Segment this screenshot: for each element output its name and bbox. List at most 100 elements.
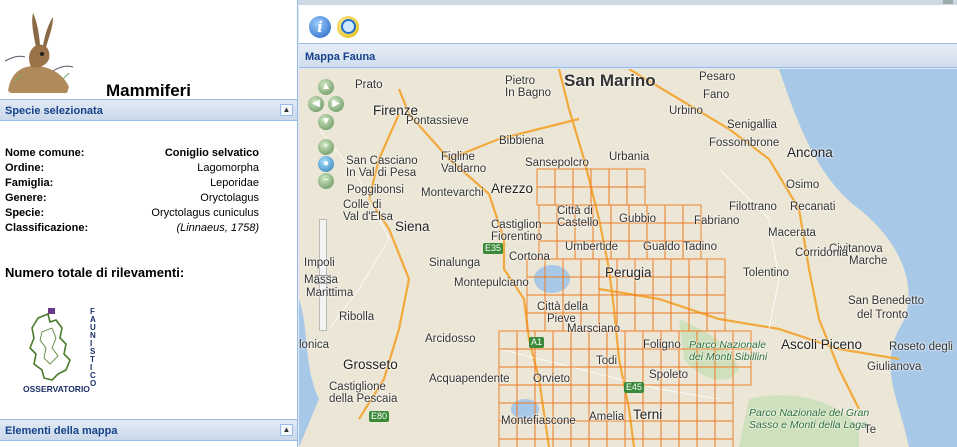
grid-cell xyxy=(608,168,628,188)
place-label: Sasso e Monti della Laga xyxy=(749,419,867,431)
observatory-logo: FAUNISTICO OSSERVATORIO xyxy=(23,308,96,394)
road-shield: E45 xyxy=(624,382,645,393)
grid-cell xyxy=(580,276,600,296)
zoom-in-icon[interactable]: + xyxy=(318,139,334,155)
place-label: Senigallia xyxy=(727,119,777,131)
grid-cell xyxy=(652,276,672,296)
grid-cell xyxy=(552,384,572,404)
species-info-label: Famiglia: xyxy=(5,177,54,189)
grid-cell xyxy=(628,222,648,242)
info-icon[interactable]: i xyxy=(309,16,331,38)
grid-cell xyxy=(516,438,536,447)
grid-cell xyxy=(624,348,644,368)
species-info-row: Famiglia: Leporidae xyxy=(5,176,259,191)
species-info-label: Specie: xyxy=(5,207,45,219)
place-label: Ribolla xyxy=(339,311,375,323)
grid-cell xyxy=(624,330,644,350)
species-panel-title: Specie selezionata xyxy=(5,105,103,117)
map-view[interactable]: ▲ ◀ ▶ ▼ + ● − San Marino Pesaro Fano Pietro… xyxy=(299,69,957,447)
place-label: San Casciano xyxy=(346,155,418,167)
place-label: Arcidosso xyxy=(425,333,476,345)
zoom-out-icon[interactable]: − xyxy=(318,173,334,189)
grid-cell xyxy=(642,420,662,440)
group-title: Mammiferi xyxy=(105,81,192,100)
magnifier-icon[interactable] xyxy=(337,16,359,38)
grid-cell xyxy=(606,438,626,447)
species-info-row: Genere: Oryctolagus xyxy=(5,191,259,206)
grid-cell xyxy=(660,348,680,368)
map-elements-panel-header: Elementi della mappa ▲ xyxy=(0,419,297,441)
grid-cell xyxy=(536,168,556,188)
place-label: Parco Nazionale del Gran xyxy=(749,407,870,419)
grid-cell xyxy=(652,258,672,278)
species-info-value: Coniglio selvatico xyxy=(164,147,259,159)
place-label: Recanati xyxy=(790,201,836,213)
place-label: Terni xyxy=(633,407,663,422)
grid-cell xyxy=(572,186,592,206)
place-label: Spoleto xyxy=(649,369,689,381)
grid-cell xyxy=(678,438,698,447)
place-label: Siena xyxy=(395,219,430,234)
road-shield: E80 xyxy=(369,411,390,422)
place-label: Bibbiena xyxy=(499,135,544,147)
globe-icon[interactable]: ● xyxy=(318,156,334,172)
grid-cell xyxy=(624,420,644,440)
place-label: Tolentino xyxy=(743,267,790,279)
place-label: Val d'Elsa xyxy=(343,211,393,223)
species-info-row: Specie: Oryctolagus cuniculus xyxy=(5,206,259,221)
grid-cell xyxy=(652,312,672,332)
grid-cell xyxy=(706,276,726,296)
grid-cell xyxy=(714,438,734,447)
place-label: Prato xyxy=(355,79,383,91)
grid-cell xyxy=(706,258,726,278)
grid-cell xyxy=(706,294,726,314)
grid-cell xyxy=(660,438,680,447)
place-label: Marittima xyxy=(306,287,354,299)
species-panel-header: Specie selezionata ▲ xyxy=(0,99,297,121)
grid-cell xyxy=(670,258,690,278)
grid-cell xyxy=(634,312,654,332)
grid-cell xyxy=(580,258,600,278)
place-label: Ascoli Piceno xyxy=(781,337,863,352)
place-label: Umbertide xyxy=(565,241,619,253)
pan-right-icon[interactable]: ▶ xyxy=(328,96,344,112)
grid-cell xyxy=(660,402,680,422)
grid-cell xyxy=(714,402,734,422)
grid-cell xyxy=(714,420,734,440)
place-label: Fiorentino xyxy=(491,231,543,243)
pan-up-icon[interactable]: ▲ xyxy=(318,79,334,95)
place-label: Macerata xyxy=(768,227,816,239)
lake-trasimeno xyxy=(534,265,570,293)
grid-cell xyxy=(696,438,716,447)
grid-cell xyxy=(678,420,698,440)
window-handle xyxy=(943,0,953,4)
place-label: Impoli xyxy=(304,257,335,269)
place-label: Fabriano xyxy=(694,215,740,227)
place-label: Montepulciano xyxy=(454,277,529,289)
species-info-label: Nome comune: xyxy=(5,147,85,159)
place-label: Valdarno xyxy=(441,163,487,175)
grid-cell xyxy=(714,384,734,404)
place-label: del Tronto xyxy=(857,309,909,321)
place-label: Roseto degli xyxy=(889,341,953,353)
map-panel-header: Mappa Fauna xyxy=(299,44,957,68)
place-label: dei Monti Sibillini xyxy=(689,351,768,363)
grid-cell xyxy=(696,384,716,404)
place-label: Pesaro xyxy=(699,71,736,83)
grid-cell xyxy=(688,276,708,296)
species-info-value: Lagomorpha xyxy=(197,162,259,174)
grid-cell xyxy=(570,348,590,368)
grid-cell xyxy=(616,294,636,314)
map-toolbar: i xyxy=(299,5,957,44)
collapse-species-button[interactable]: ▲ xyxy=(280,104,293,116)
grid-cell xyxy=(526,312,546,332)
place-label: Acquapendente xyxy=(429,373,510,385)
place-label: Marche xyxy=(849,255,888,267)
grid-cell xyxy=(608,186,628,206)
pan-left-icon[interactable]: ◀ xyxy=(308,96,324,112)
place-label: Figline xyxy=(441,151,475,163)
pan-down-icon[interactable]: ▼ xyxy=(318,114,334,130)
tyrrhenian-sea xyxy=(299,299,319,447)
collapse-elements-button[interactable]: ▲ xyxy=(280,424,293,436)
place-label: Ancona xyxy=(787,145,833,160)
